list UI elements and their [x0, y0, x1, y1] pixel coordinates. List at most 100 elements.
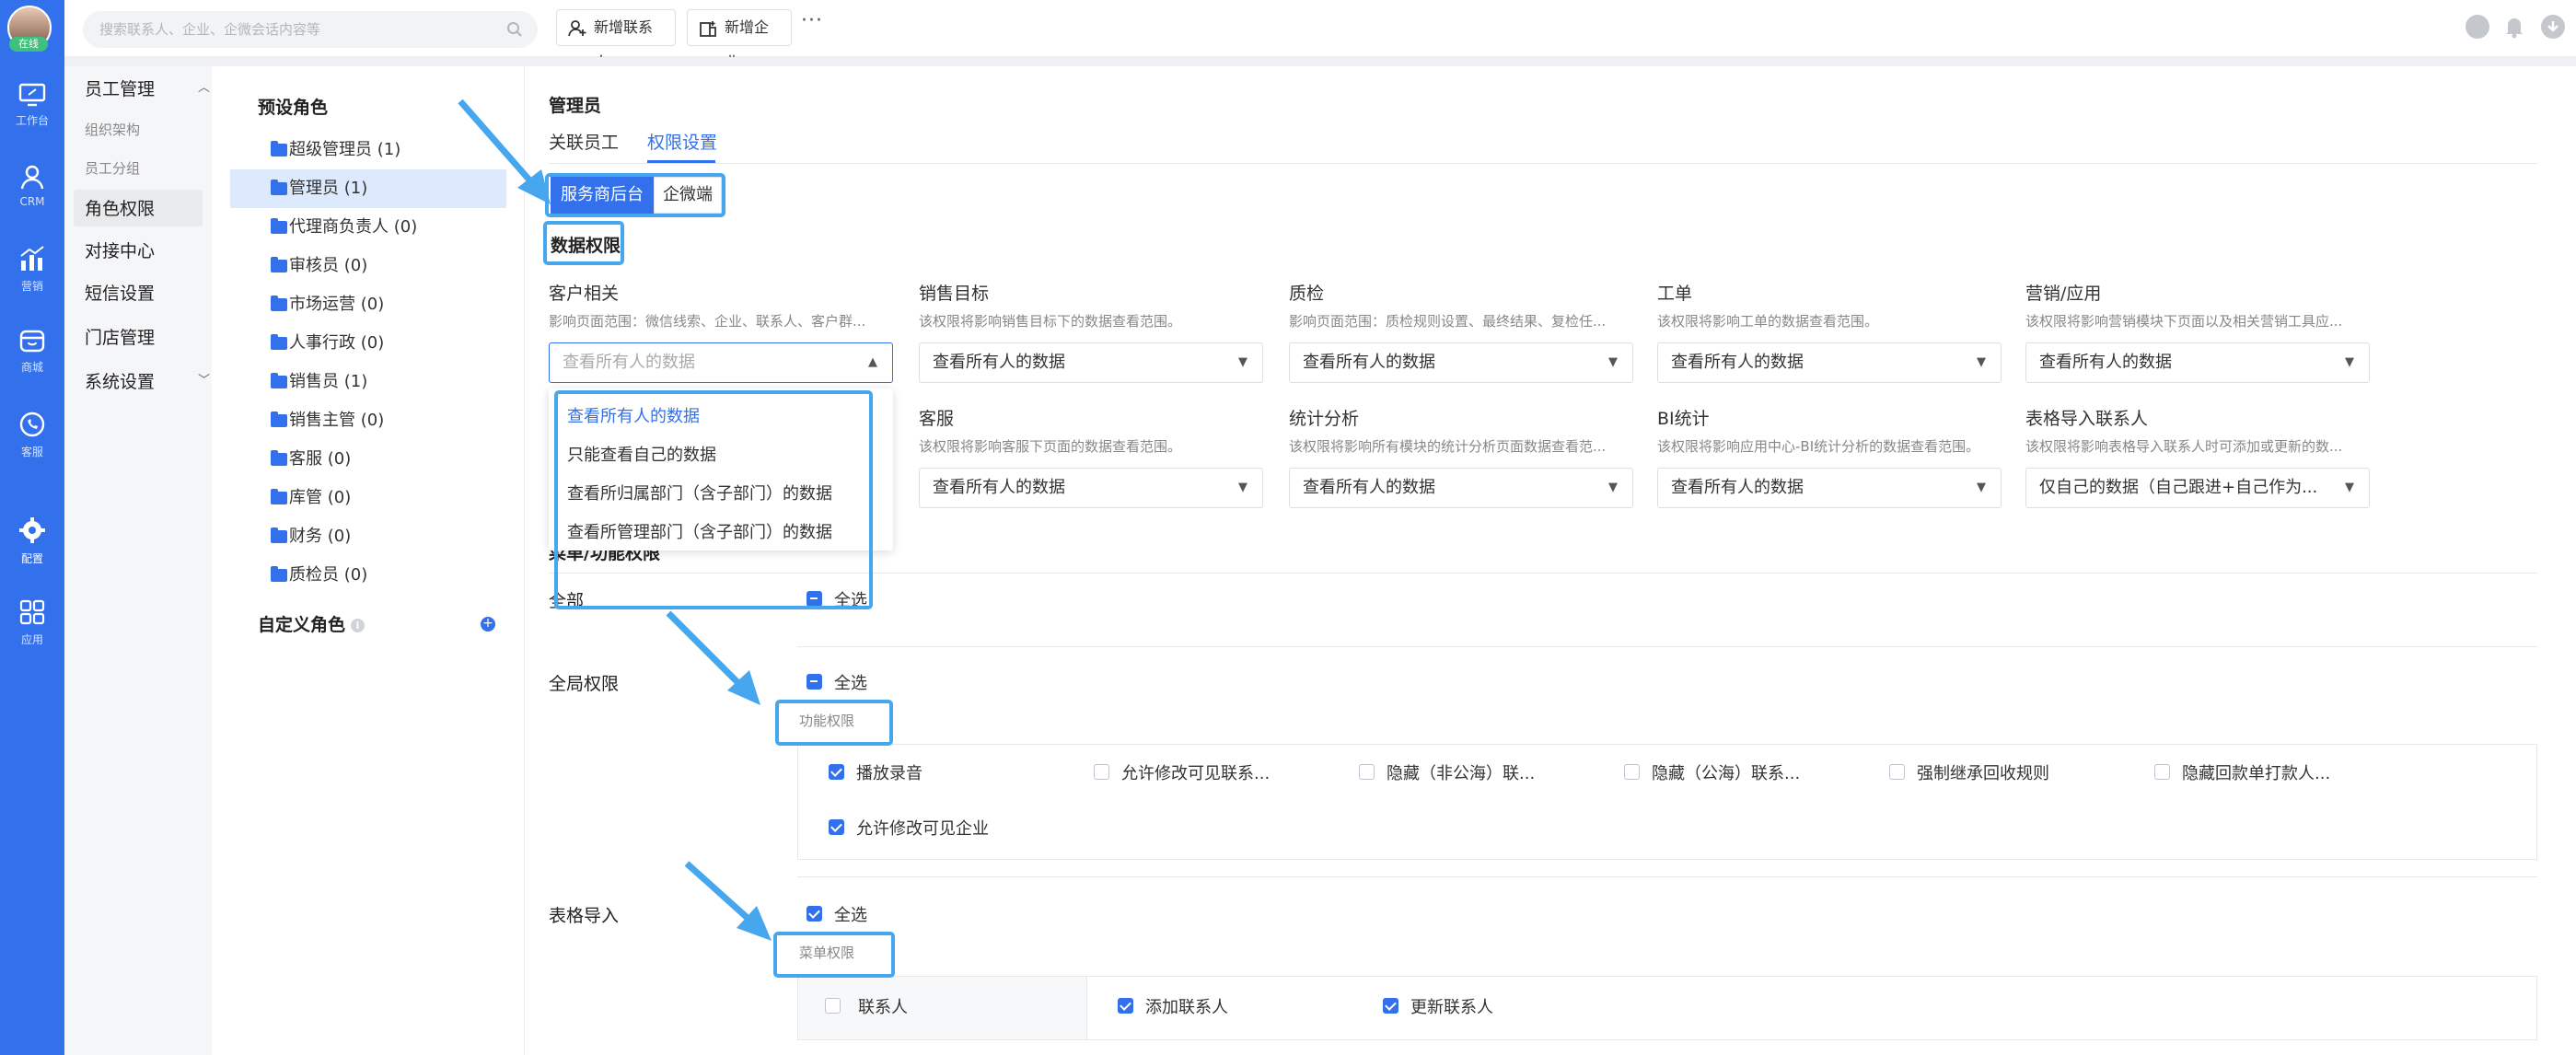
customer-scope-select[interactable]: 查看所有人的数据 ▲ — [549, 342, 893, 383]
perm-label: 强制继承回收规则 — [1917, 764, 2049, 783]
menu-system[interactable]: 系统设置 ﹀ — [85, 368, 210, 393]
caret-down-icon: ▼ — [2345, 355, 2354, 369]
category-stats: 统计分析 — [1289, 409, 1360, 429]
rail-item-service[interactable]: 客服 — [0, 411, 64, 484]
role-item[interactable]: 市场运营 (0) — [230, 285, 506, 324]
category-desc: 影响页面范围：微信线索、企业、联系人、客户群... — [549, 313, 866, 330]
select-value: 查看所有人的数据 — [2039, 353, 2172, 372]
import-select-all-checkbox[interactable] — [806, 906, 822, 922]
share-icon[interactable] — [2466, 15, 2489, 39]
menu-role[interactable]: 角色权限 — [85, 195, 155, 220]
role-count: (0) — [327, 488, 352, 507]
menu-store[interactable]: 门店管理 — [85, 324, 155, 349]
info-icon[interactable]: i — [351, 619, 366, 632]
menu-employee-label: 员工管理 — [85, 79, 156, 99]
perm-checkbox[interactable] — [1624, 764, 1640, 780]
rail-item-marketing[interactable]: 营销 — [0, 245, 64, 319]
gear-icon — [19, 517, 45, 543]
folder-icon — [271, 180, 287, 195]
update-contact-perm-checkbox[interactable] — [1383, 998, 1398, 1014]
category-desc: 该权限将影响工单的数据查看范围。 — [1657, 313, 1879, 330]
bi-scope-select[interactable]: 查看所有人的数据 ▼ — [1657, 468, 2002, 508]
highlight-seg — [545, 173, 725, 217]
add-person-icon — [568, 20, 586, 37]
menu-sms[interactable]: 短信设置 — [85, 280, 155, 305]
role-count: (1) — [377, 140, 401, 159]
menu-group[interactable]: 员工分组 — [85, 158, 140, 178]
permission-content: 管理员 关联员工 权限设置 服务商后台 企微端 数据权限 客户相关 影响页面范围… — [525, 66, 2576, 1055]
role-item[interactable]: 财务 (0) — [230, 517, 506, 556]
bell-icon[interactable] — [2502, 15, 2526, 39]
role-item[interactable]: 库管 (0) — [230, 479, 506, 517]
rail-item-workbench[interactable]: 工作台 — [0, 83, 64, 157]
role-count: (0) — [327, 527, 352, 546]
role-item[interactable]: 质检员 (0) — [230, 556, 506, 595]
rail-item-store[interactable]: 商城 — [0, 328, 64, 401]
category-qc: 质检 — [1289, 284, 1325, 304]
sales-target-scope-select[interactable]: 查看所有人的数据 ▼ — [919, 342, 1263, 383]
caret-down-icon: ▼ — [2345, 481, 2354, 494]
add-company-button[interactable]: 新增企业 — [687, 9, 792, 71]
category-desc: 该权限将影响应用中心-BI统计分析的数据查看范围。 — [1657, 438, 1980, 455]
table-import-scope-select[interactable]: 仅自己的数据（自己跟进+自己作为... ▼ — [2025, 468, 2370, 508]
role-item[interactable]: 销售主管 (0) — [230, 401, 506, 440]
select-value: 仅自己的数据（自己跟进+自己作为... — [2039, 478, 2318, 497]
perm-label: 允许修改可见联系... — [1121, 764, 1271, 783]
add-building-icon — [700, 21, 716, 37]
rail-item-apps[interactable]: 应用 — [0, 598, 64, 672]
annotation-arrow — [666, 610, 760, 705]
contact-group-checkbox[interactable] — [825, 998, 841, 1014]
folder-icon — [271, 566, 287, 582]
role-name: 超级管理员 — [289, 140, 372, 159]
tab-permission-settings[interactable]: 权限设置 — [647, 129, 717, 154]
rail-item-crm[interactable]: CRM — [0, 164, 64, 238]
category-desc: 该权限将影响客服下页面的数据查看范围。 — [919, 438, 1182, 455]
menu-system-label: 系统设置 — [85, 372, 156, 392]
role-name: 人事行政 — [289, 333, 355, 353]
rail-item-config[interactable]: 配置 — [0, 516, 64, 589]
role-name: 代理商负责人 — [289, 217, 389, 237]
category-table-import: 表格导入联系人 — [2025, 409, 2149, 429]
category-desc: 该权限将影响表格导入联系人时可添加或更新的数... — [2025, 438, 2343, 455]
import-select-all-label: 全选 — [834, 906, 867, 925]
role-name: 财务 — [289, 527, 322, 546]
add-contact-button[interactable]: 新增联系人 — [556, 9, 676, 71]
perm-checkbox[interactable] — [1359, 764, 1375, 780]
marketing-scope-select[interactable]: 查看所有人的数据 ▼ — [2025, 342, 2370, 383]
role-item[interactable]: 代理商负责人 (0) — [230, 208, 506, 247]
menu-employee[interactable]: 员工管理 ︿ — [85, 75, 210, 100]
ticket-scope-select[interactable]: 查看所有人的数据 ▼ — [1657, 342, 2002, 383]
update-contact-perm-label: 更新联系人 — [1410, 998, 1493, 1017]
more-menu-button[interactable]: ··· — [801, 9, 823, 32]
contact-group-label: 联系人 — [858, 998, 908, 1017]
perm-checkbox[interactable] — [829, 764, 844, 780]
role-item[interactable]: 人事行政 (0) — [230, 324, 506, 363]
perm-checkbox[interactable] — [2154, 764, 2170, 780]
menu-org[interactable]: 组织架构 — [85, 120, 140, 139]
add-contact-perm-checkbox[interactable] — [1118, 998, 1133, 1014]
perm-checkbox[interactable] — [1094, 764, 1109, 780]
global-select-all-checkbox[interactable] — [806, 674, 822, 690]
qc-scope-select[interactable]: 查看所有人的数据 ▼ — [1289, 342, 1633, 383]
add-role-button[interactable]: + — [481, 617, 495, 632]
caret-down-icon: ▼ — [1608, 355, 1618, 369]
role-item[interactable]: 销售员 (1) — [230, 363, 506, 401]
download-icon[interactable] — [2541, 15, 2565, 39]
stats-scope-select[interactable]: 查看所有人的数据 ▼ — [1289, 468, 1633, 508]
global-select-all-label: 全选 — [834, 674, 867, 693]
perm-checkbox[interactable] — [829, 819, 844, 835]
role-item[interactable]: 客服 (0) — [230, 440, 506, 479]
category-desc: 该权限将影响销售目标下的数据查看范围。 — [919, 313, 1182, 330]
category-marketing: 营销/应用 — [2025, 284, 2102, 304]
role-list-panel: 预设角色 超级管理员 (1) 管理员 (1) 代理商负责人 (0) 审核员 (0… — [212, 66, 525, 1055]
select-value: 查看所有人的数据 — [1671, 353, 1804, 372]
folder-icon — [271, 296, 287, 311]
menu-docking[interactable]: 对接中心 — [85, 238, 155, 262]
role-item[interactable]: 审核员 (0) — [230, 247, 506, 285]
global-search-input[interactable]: 搜索联系人、企业、企微会话内容等 — [83, 11, 538, 48]
service-scope-select[interactable]: 查看所有人的数据 ▼ — [919, 468, 1263, 508]
caret-down-icon: ▼ — [1977, 481, 1986, 494]
perm-checkbox[interactable] — [1889, 764, 1905, 780]
category-sales-target: 销售目标 — [919, 284, 990, 304]
row-divider — [797, 876, 2537, 877]
